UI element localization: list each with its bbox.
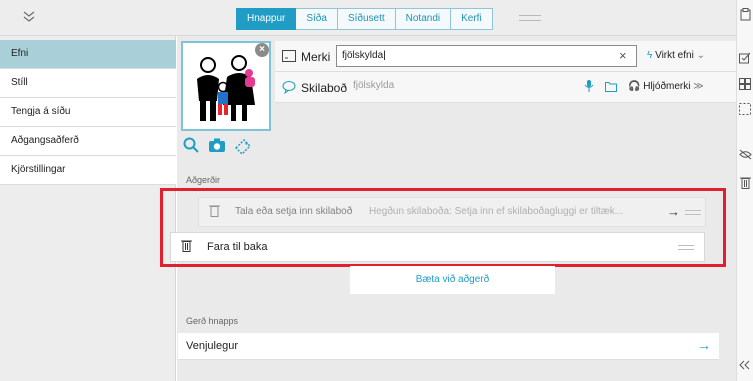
clear-input-button[interactable]: × (619, 48, 627, 63)
tab-sidusett[interactable]: Síðusett (337, 8, 396, 30)
message-input-placeholder: fjölskylda (353, 80, 395, 91)
label-input-value: fjölskylda (342, 50, 384, 61)
sidebar-item-tengja[interactable]: Tengja á síðu (0, 98, 176, 127)
effect-button-label: Virkt efni (655, 50, 694, 61)
sidebar-item-still[interactable]: Stíll (0, 69, 176, 98)
image-tools (182, 137, 252, 161)
label-input[interactable]: fjölskylda| (336, 45, 637, 67)
toolbar-drag-handle-icon[interactable] (519, 15, 541, 21)
button-type-row[interactable]: Venjulegur → (178, 333, 719, 360)
collapse-chevron-icon[interactable] (18, 8, 40, 28)
family-symbol-image (197, 55, 255, 121)
tab-notandi[interactable]: Notandi (395, 8, 452, 30)
sound-button[interactable]: 🎧 Hljóðmerki ≫ (628, 81, 704, 92)
speech-bubble-icon (281, 80, 296, 95)
message-row: Skilaboð fjölskylda 🎧 Hljóðmerki ≫ (275, 72, 736, 103)
tab-sida[interactable]: Síða (296, 8, 338, 30)
tab-kerfi[interactable]: Kerfi (451, 8, 493, 30)
actions-section-label: Aðgerðir (186, 175, 221, 185)
message-caption: Skilaboð (301, 81, 348, 95)
add-action-button[interactable]: Bæta við aðgerð (350, 266, 555, 294)
lightning-icon: ϟ (647, 50, 653, 61)
chevron-down-icon: ⌄ (696, 50, 705, 61)
grid-layout-icon[interactable] (737, 78, 753, 94)
double-chevron-icon: ≫ (693, 81, 704, 92)
highlight-box (160, 188, 726, 267)
button-type-value: Venjulegur (186, 340, 238, 352)
trash-icon[interactable] (737, 176, 753, 192)
clipboard-icon[interactable] (737, 8, 753, 24)
arrow-right-icon[interactable]: → (697, 337, 711, 353)
remove-image-close-icon[interactable]: × (255, 43, 269, 57)
label-caption: Merki (301, 50, 331, 64)
tab-group: Hnappur Síða Síðusett Notandi Kerfi (236, 8, 493, 30)
message-input[interactable]: fjölskylda (348, 76, 576, 98)
headphones-icon: 🎧 (628, 81, 641, 92)
button-type-section-label: Gerð hnapps (186, 316, 239, 326)
label-text-icon (281, 49, 296, 64)
folder-icon[interactable] (605, 81, 617, 95)
sound-button-label: Hljóðmerki (643, 81, 691, 92)
sidebar-item-efni[interactable]: Efni (0, 40, 176, 69)
edit-checkbox-icon[interactable] (737, 52, 753, 68)
microphone-icon[interactable] (584, 79, 594, 96)
hide-eye-icon[interactable] (737, 148, 753, 164)
eraser-tag-icon[interactable] (234, 137, 252, 157)
label-row: Merki fjölskylda| × ϟ Virkt efni ⌄ (275, 41, 736, 72)
sidebar-item-adgangsadferd[interactable]: Aðgangsaðferð (0, 127, 176, 156)
tab-hnappur[interactable]: Hnappur (236, 8, 297, 30)
double-chevron-down-icon (23, 11, 35, 22)
sidebar-list: Efni Stíll Tengja á síðu Aðgangsaðferð K… (0, 40, 176, 185)
camera-icon[interactable] (208, 137, 226, 157)
search-icon[interactable] (182, 137, 200, 157)
sidebar-item-kjorstillingar[interactable]: Kjörstillingar (0, 156, 176, 185)
select-area-icon[interactable] (737, 103, 753, 119)
expand-left-chevron-icon[interactable] (737, 358, 753, 374)
effect-button[interactable]: ϟ Virkt efni ⌄ (647, 50, 705, 61)
